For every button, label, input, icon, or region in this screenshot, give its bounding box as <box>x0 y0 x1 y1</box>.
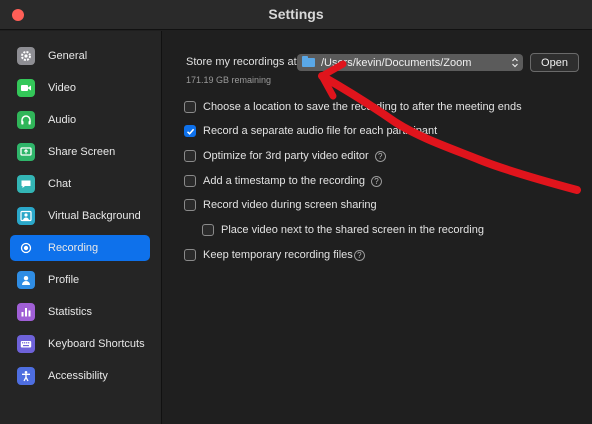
sidebar-item-audio[interactable]: Audio <box>10 107 150 133</box>
option-timestamp: Add a timestamp to the recording ? <box>184 174 383 188</box>
sidebar-item-video[interactable]: Video <box>10 75 150 101</box>
sidebar-item-label: Audio <box>48 114 77 126</box>
option-label: Keep temporary recording files <box>203 249 353 261</box>
video-camera-icon <box>17 79 35 97</box>
sidebar-item-label: Accessibility <box>48 370 108 382</box>
sidebar-item-general[interactable]: General <box>10 43 150 69</box>
keep-temp-files-checkbox[interactable] <box>184 249 196 261</box>
sidebar-item-label: Virtual Background <box>48 210 141 222</box>
option-keep-temp-files: Keep temporary recording files ? <box>184 248 365 262</box>
window-title: Settings <box>268 6 324 22</box>
sidebar-item-statistics[interactable]: Statistics <box>10 299 150 325</box>
recording-path-value: /Users/kevin/Documents/Zoom <box>321 56 472 69</box>
option-video-next-to-screen: Place video next to the shared screen in… <box>202 223 484 237</box>
headphones-icon <box>17 111 35 129</box>
title-bar: Settings <box>0 0 592 30</box>
optimize-editor-checkbox[interactable] <box>184 150 196 162</box>
sidebar-item-label: Share Screen <box>48 146 116 158</box>
record-screen-sharing-checkbox[interactable] <box>184 199 196 211</box>
option-optimize-editor: Optimize for 3rd party video editor ? <box>184 149 386 163</box>
open-folder-button[interactable]: Open <box>530 53 579 72</box>
sidebar-item-label: Statistics <box>48 306 93 318</box>
sidebar-item-label: Recording <box>48 242 99 254</box>
option-label: Record video during screen sharing <box>203 199 377 211</box>
record-icon <box>17 239 35 257</box>
choose-location-checkbox[interactable] <box>184 101 196 113</box>
sidebar-item-label: Profile <box>48 274 80 286</box>
recording-path-select[interactable]: /Users/kevin/Documents/Zoom <box>297 54 523 71</box>
video-next-to-screen-checkbox[interactable] <box>202 224 214 236</box>
sidebar-item-label: Video <box>48 82 76 94</box>
option-label: Place video next to the shared screen in… <box>221 224 484 236</box>
sidebar-item-label: Keyboard Shortcuts <box>48 338 145 350</box>
help-icon[interactable]: ? <box>374 150 386 162</box>
option-label: Optimize for 3rd party video editor <box>203 150 369 162</box>
gear-icon <box>17 47 35 65</box>
option-separate-audio: Record a separate audio file for each pa… <box>184 124 437 138</box>
sidebar-item-accessibility[interactable]: Accessibility <box>10 363 150 389</box>
separate-audio-checkbox[interactable] <box>184 125 196 137</box>
sidebar-item-label: Chat <box>48 178 72 190</box>
chat-bubble-icon <box>17 175 35 193</box>
accessibility-icon <box>17 367 35 385</box>
sidebar-item-virtual-background[interactable]: Virtual Background <box>10 203 150 229</box>
sidebar-item-profile[interactable]: Profile <box>10 267 150 293</box>
option-record-screen-sharing: Record video during screen sharing <box>184 198 377 212</box>
bar-chart-icon <box>17 303 35 321</box>
help-icon[interactable]: ? <box>371 175 383 187</box>
sidebar-item-recording[interactable]: Recording <box>10 235 150 261</box>
share-screen-icon <box>17 143 35 161</box>
person-background-icon <box>17 207 35 225</box>
option-label: Choose a location to save the recording … <box>203 101 522 113</box>
sidebar: General Video Audio Share Screen Chat Vi… <box>0 31 162 424</box>
sidebar-item-label: General <box>48 50 88 62</box>
option-label: Record a separate audio file for each pa… <box>203 125 438 137</box>
sidebar-item-chat[interactable]: Chat <box>10 171 150 197</box>
chevron-up-down-icon <box>512 57 518 68</box>
profile-icon <box>17 271 35 289</box>
recording-settings-panel: Store my recordings at: /Users/kevin/Doc… <box>163 31 592 424</box>
storage-remaining-text: 171.19 GB remaining <box>186 75 272 85</box>
settings-window: Settings General Video Audio Share Scree… <box>0 0 592 424</box>
option-choose-location: Choose a location to save the recording … <box>184 100 522 114</box>
checkmark-icon <box>186 128 194 135</box>
help-icon[interactable]: ? <box>353 249 365 261</box>
timestamp-checkbox[interactable] <box>184 175 196 187</box>
sidebar-item-keyboard-shortcuts[interactable]: Keyboard Shortcuts <box>10 331 150 357</box>
store-location-label: Store my recordings at: <box>186 56 300 68</box>
folder-icon <box>302 56 315 67</box>
option-label: Add a timestamp to the recording <box>203 175 366 187</box>
keyboard-icon <box>17 335 35 353</box>
sidebar-item-share-screen[interactable]: Share Screen <box>10 139 150 165</box>
